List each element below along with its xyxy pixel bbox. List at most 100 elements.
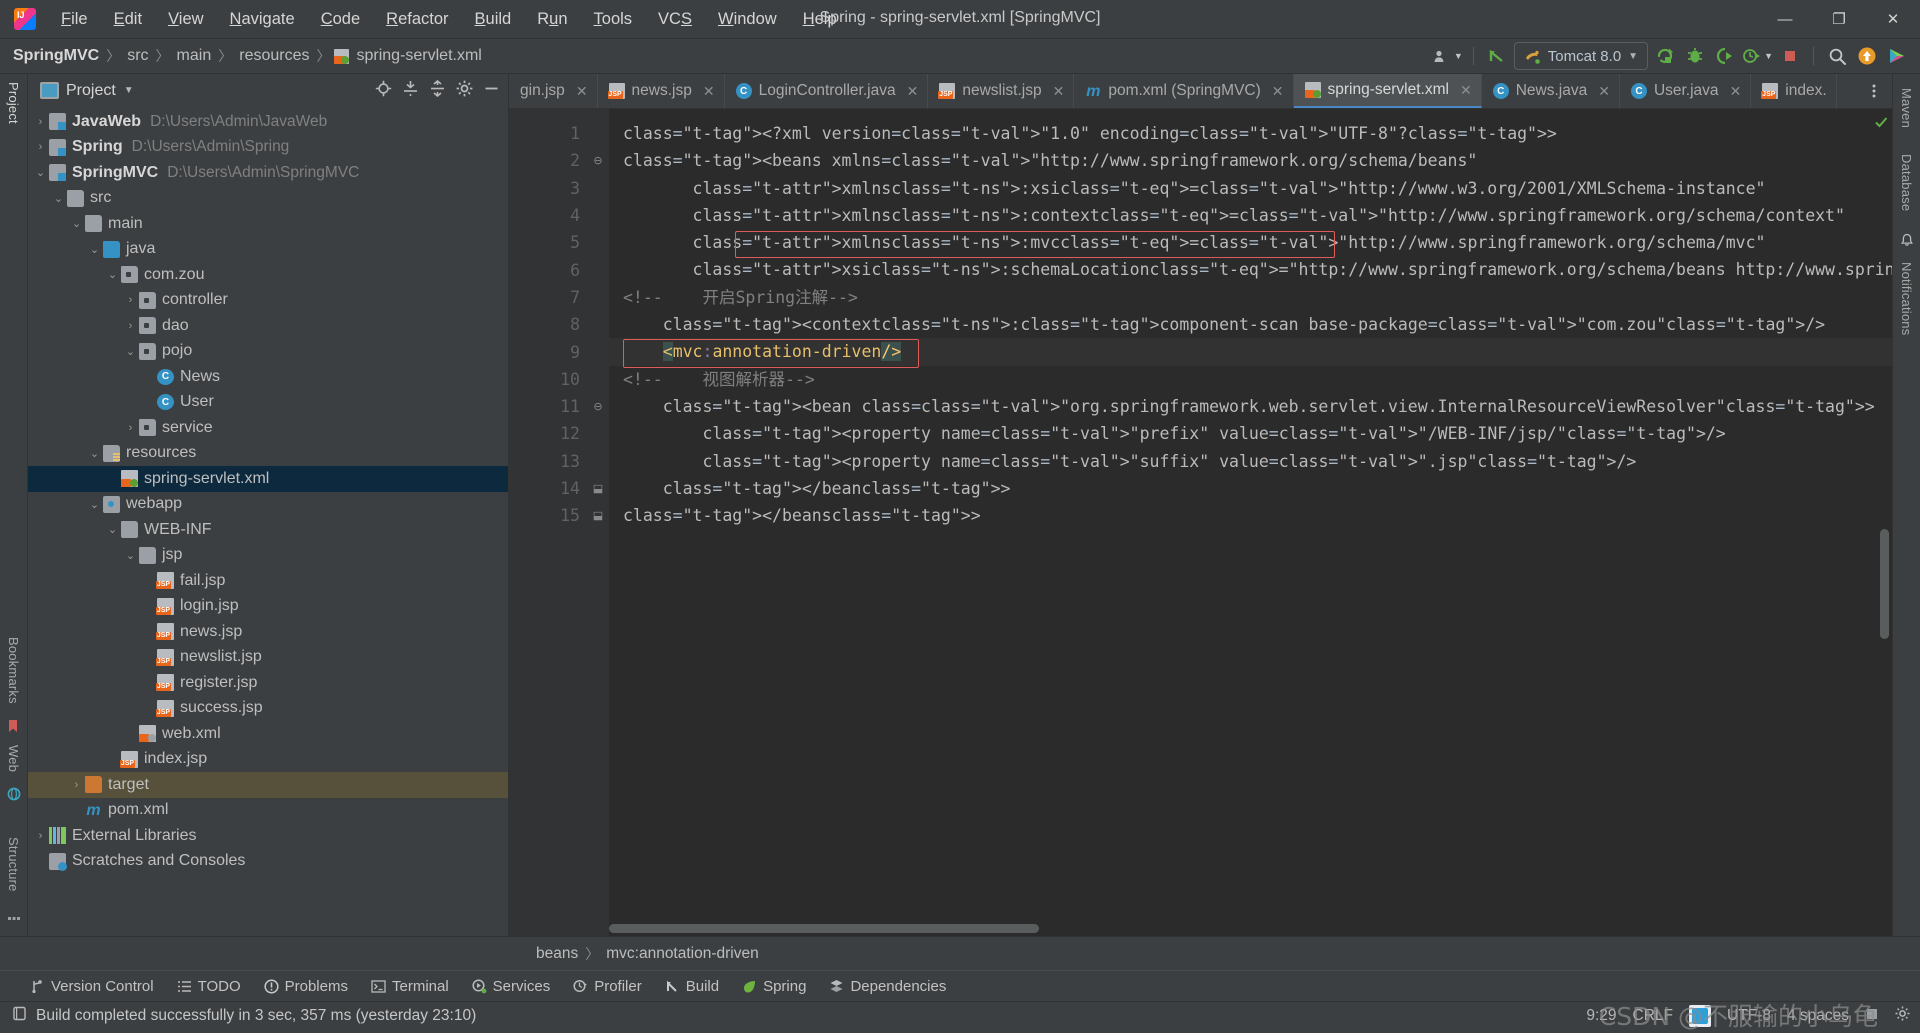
chevron-down-icon[interactable]: ⌄ (86, 498, 103, 511)
editor-tab-bar[interactable]: gin.jsp✕news.jsp✕CLoginController.java✕n… (509, 74, 1892, 109)
run-with-coverage-icon[interactable] (1712, 43, 1738, 69)
breadcrumb-item-src[interactable]: src (124, 47, 151, 65)
gear-icon[interactable] (456, 80, 473, 102)
close-tab-icon[interactable]: ✕ (1730, 83, 1742, 100)
tree-node-index-jsp[interactable]: index.jsp (28, 747, 508, 773)
code-line-15[interactable]: class="t-tag"></beansclass="t-tag">> (609, 502, 1892, 529)
gutter-line-number[interactable]: 12 (509, 420, 587, 447)
tree-node-spring-servlet-xml[interactable]: spring-servlet.xml (28, 466, 508, 492)
code-line-12[interactable]: class="t-tag"><property name=class="t-va… (609, 420, 1892, 447)
fold-marker[interactable] (587, 366, 609, 393)
close-tab-icon[interactable]: ✕ (1272, 83, 1284, 100)
project-tree[interactable]: › JavaWeb D:\Users\Admin\JavaWeb › Spring D:\… (28, 107, 508, 936)
gutter-line-number[interactable]: 10 (509, 366, 587, 393)
tree-node-success-jsp[interactable]: success.jsp (28, 696, 508, 722)
gutter-line-number[interactable]: 13 (509, 448, 587, 475)
code-line-5[interactable]: class="t-attr">xmlnsclass="t-ns">:mvccla… (609, 229, 1892, 256)
code-folding-column[interactable]: ⊖ ⊖ ⬓ ⬓ (587, 109, 609, 936)
gutter-line-number[interactable]: 4 (509, 202, 587, 229)
rail-item-project[interactable]: Project (6, 74, 21, 132)
tree-node-target[interactable]: › target (28, 772, 508, 798)
chevron-down-icon[interactable]: ⌄ (122, 345, 139, 358)
debug-icon[interactable] (1682, 43, 1708, 69)
tree-node-com-zou[interactable]: ⌄ com.zou (28, 262, 508, 288)
gutter-line-number[interactable]: 8 (509, 311, 587, 338)
tree-node-webapp[interactable]: ⌄ webapp (28, 492, 508, 518)
tool-window-terminal[interactable]: Terminal (371, 978, 449, 995)
code-line-11[interactable]: class="t-tag"><bean class=class="t-val">… (609, 393, 1892, 420)
breadcrumb-item-main[interactable]: main (174, 47, 215, 65)
close-button[interactable]: ✕ (1866, 0, 1920, 38)
gutter-line-number[interactable]: 3 (509, 175, 587, 202)
breadcrumb-item-resources[interactable]: resources (236, 47, 312, 65)
fold-marker[interactable] (587, 284, 609, 311)
menu-code[interactable]: Code (308, 6, 373, 33)
menu-file[interactable]: FFileile (48, 6, 101, 33)
tree-node-fail-jsp[interactable]: fail.jsp (28, 568, 508, 594)
tree-node-src[interactable]: ⌄ src (28, 186, 508, 212)
fold-marker[interactable]: ⬓ (587, 475, 609, 502)
profiler-icon[interactable]: ▼ (1742, 43, 1773, 69)
chevron-down-icon[interactable]: ⌄ (104, 523, 121, 536)
fold-marker[interactable] (587, 256, 609, 283)
close-tab-icon[interactable]: ✕ (576, 83, 588, 100)
rail-item-bookmarks[interactable]: Bookmarks (6, 629, 21, 712)
menu-window[interactable]: Window (705, 6, 790, 33)
tree-node-javaweb[interactable]: › JavaWeb D:\Users\Admin\JavaWeb (28, 109, 508, 135)
ide-product-icon[interactable] (1884, 43, 1910, 69)
line-separator[interactable]: CRLF (1633, 1007, 1673, 1025)
tree-node-register-jsp[interactable]: register.jsp (28, 670, 508, 696)
tree-node-springmvc[interactable]: ⌄ SpringMVC D:\Users\Admin\SpringMVC (28, 160, 508, 186)
minimize-button[interactable]: — (1758, 0, 1812, 38)
code-line-13[interactable]: class="t-tag"><property name=class="t-va… (609, 448, 1892, 475)
chevron-right-icon[interactable]: › (122, 320, 139, 332)
code-line-9[interactable]: <mvc:annotation-driven/> (609, 338, 1892, 366)
chevron-down-icon[interactable]: ⌄ (32, 166, 49, 179)
editor-tab-gin-jsp[interactable]: gin.jsp ✕ (509, 74, 598, 108)
ime-indicator-icon[interactable] (1689, 1005, 1712, 1027)
fold-marker[interactable] (587, 448, 609, 475)
gutter-line-number[interactable]: 1 (509, 120, 587, 147)
chevron-down-icon[interactable]: ⌄ (122, 549, 139, 562)
tool-window-todo[interactable]: TODO (177, 978, 241, 995)
editor-tab-news-jsp[interactable]: news.jsp ✕ (598, 74, 725, 108)
editor-tab-user-java[interactable]: C User.java ✕ (1620, 74, 1752, 108)
stop-icon[interactable] (1777, 43, 1803, 69)
code-line-14[interactable]: class="t-tag"></beanclass="t-tag">> (609, 475, 1892, 502)
tree-node-java[interactable]: ⌄ java (28, 237, 508, 263)
bottom-breadcrumb-beans[interactable]: beans (533, 945, 581, 963)
gutter-line-number[interactable]: 14 (509, 475, 587, 502)
maximize-button[interactable]: ❐ (1812, 0, 1866, 38)
code-line-7[interactable]: <!-- 开启Spring注解--> (609, 284, 1892, 311)
chevron-down-icon[interactable]: ⌄ (86, 243, 103, 256)
file-encoding[interactable]: UTF-8 (1727, 1007, 1771, 1025)
update-project-icon[interactable] (1484, 43, 1510, 69)
tree-node-pom-xml[interactable]: m pom.xml (28, 798, 508, 824)
editor-horizontal-scrollbar[interactable] (609, 924, 1039, 933)
code-text-area[interactable]: class="t-tag"><?xml version=class="t-val… (609, 109, 1892, 936)
code-line-4[interactable]: class="t-attr">xmlnsclass="t-ns">:contex… (609, 202, 1892, 229)
tree-node-news[interactable]: C News (28, 364, 508, 390)
gutter-line-number[interactable]: 7 (509, 284, 587, 311)
memory-indicator[interactable] (1865, 1007, 1879, 1026)
code-line-10[interactable]: <!-- 视图解析器--> (609, 366, 1892, 393)
close-tab-icon[interactable]: ✕ (1598, 83, 1610, 100)
breadcrumb-item-project[interactable]: SpringMVC (10, 47, 102, 65)
indent-setting[interactable]: 4 spaces (1787, 1007, 1849, 1025)
chevron-right-icon[interactable]: › (32, 116, 49, 128)
chevron-right-icon[interactable]: › (122, 294, 139, 306)
fold-marker[interactable] (587, 420, 609, 447)
breadcrumb-item-file[interactable]: spring-servlet.xml (353, 47, 484, 65)
tree-node-web-xml[interactable]: web.xml (28, 721, 508, 747)
rail-item-database[interactable]: Database (1899, 146, 1914, 219)
hide-panel-icon[interactable] (483, 80, 500, 102)
editor-tab-logincontroller-java[interactable]: C LoginController.java ✕ (725, 74, 929, 108)
tool-window-dependencies[interactable]: Dependencies (829, 978, 946, 995)
gutter-line-number[interactable]: 9 (509, 338, 587, 365)
tree-node-jsp[interactable]: ⌄ jsp (28, 543, 508, 569)
expand-all-icon[interactable] (402, 80, 419, 102)
tree-node-external-libraries[interactable]: › External Libraries (28, 823, 508, 849)
editor-tab-pom-xml-springmvc[interactable]: m pom.xml (SpringMVC) ✕ (1074, 74, 1294, 108)
rail-item-maven[interactable]: Maven (1899, 80, 1914, 136)
chevron-right-icon[interactable]: › (68, 779, 85, 791)
